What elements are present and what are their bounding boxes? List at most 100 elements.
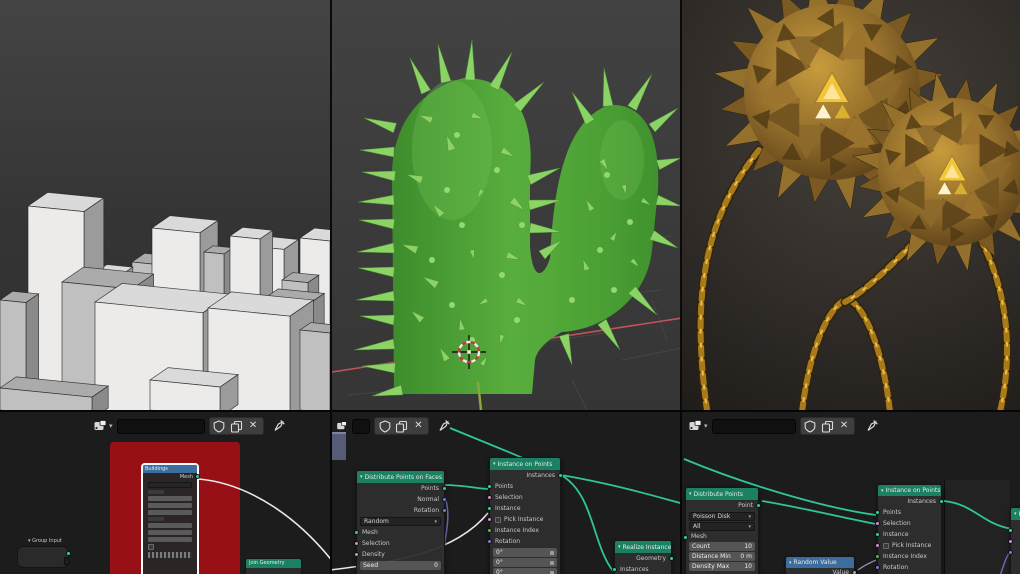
fake-user-shield-button[interactable]: [376, 418, 393, 434]
rotation-x-field[interactable]: 0°: [493, 548, 557, 557]
points-socket[interactable]: [487, 484, 492, 489]
node-editor-mace[interactable]: ▾ ✕ ▾ Distribute Points Point Poisson Dis…: [680, 410, 1020, 574]
copies-count-button[interactable]: [819, 418, 836, 434]
pick-instance-checkbox[interactable]: [495, 516, 501, 523]
selection-socket[interactable]: [487, 495, 492, 500]
value-bar[interactable]: [148, 523, 192, 528]
seed-field[interactable]: Seed 0: [360, 561, 441, 570]
copies-count-button[interactable]: [228, 418, 245, 434]
mode-dropdown[interactable]: Random ▾: [360, 517, 441, 526]
rotation-y-field[interactable]: 0°: [493, 558, 557, 567]
node-header[interactable]: ▾ Distribute Points on Faces: [357, 471, 444, 483]
node-header[interactable]: ▾ Distribute Points: [686, 488, 758, 500]
output-instances: Instances: [490, 470, 563, 481]
value-bar[interactable]: [148, 503, 192, 508]
viewport-city-render[interactable]: [0, 0, 330, 410]
node-realize-instances[interactable]: ▾ Realize Instances Geometry Instances: [612, 540, 674, 574]
node-editor-city[interactable]: ▾ ✕ Buildings Mesh ▾ Group Input Join Ge…: [0, 410, 330, 574]
unlink-button[interactable]: ✕: [245, 418, 262, 434]
instance-socket[interactable]: [875, 532, 880, 537]
input-socket[interactable]: [1008, 539, 1013, 544]
node-join-geometry[interactable]: Join Geometry: [245, 558, 302, 574]
input-socket[interactable]: [1008, 528, 1013, 533]
density-max-field[interactable]: Density Max 10: [689, 562, 755, 571]
fake-user-shield-button[interactable]: [211, 418, 228, 434]
count-field[interactable]: Count 10: [689, 542, 755, 551]
instance-index-socket[interactable]: [487, 528, 492, 533]
pick-instance-row[interactable]: Pick Instance: [487, 514, 560, 525]
unlink-button[interactable]: ✕: [410, 418, 427, 434]
output-socket[interactable]: [195, 474, 200, 479]
selection-socket[interactable]: [354, 541, 359, 546]
mesh-socket[interactable]: [683, 535, 688, 540]
mesh-socket[interactable]: [354, 530, 359, 535]
instance-index-socket[interactable]: [875, 554, 880, 559]
value-bar[interactable]: [148, 530, 192, 535]
geometry-output-socket[interactable]: [66, 551, 71, 556]
instances-socket[interactable]: [939, 499, 944, 504]
rotation-socket[interactable]: [875, 565, 880, 570]
viewport-cactus-render[interactable]: [330, 0, 680, 410]
node-group-input[interactable]: [17, 546, 71, 568]
instances-socket[interactable]: [612, 567, 617, 572]
node-instance-on-points[interactable]: ▾ Instance on Points Instances Points Sel…: [487, 457, 563, 574]
checkbox-row[interactable]: [148, 544, 192, 550]
normal-socket[interactable]: [442, 497, 447, 502]
pin-icon[interactable]: [437, 419, 451, 433]
geometry-socket[interactable]: [669, 556, 674, 561]
value-bar[interactable]: [148, 510, 192, 515]
node-header[interactable]: ▾Realize: [1011, 508, 1020, 520]
value-bar[interactable]: [148, 537, 192, 542]
pick-instance-socket[interactable]: [875, 543, 880, 548]
node-tree-name-field[interactable]: [352, 418, 370, 434]
node-tree-name-field[interactable]: [711, 418, 796, 434]
input-instance-index: Instance Index: [487, 525, 560, 536]
segmented-bar[interactable]: [148, 552, 192, 558]
unlink-button[interactable]: ✕: [836, 418, 853, 434]
value-socket[interactable]: [852, 570, 857, 574]
node-random-value[interactable]: ▾ Random Value Value: [785, 556, 857, 574]
pin-icon[interactable]: [865, 419, 879, 433]
group-input-label: ▾ Group Input: [28, 538, 62, 544]
value-bar[interactable]: [148, 496, 192, 501]
node-distribute-points-on-faces[interactable]: ▾ Distribute Points on Faces Points Norma…: [354, 470, 447, 574]
node-distribute-points[interactable]: ▾ Distribute Points Point Poisson Disk ▾ A…: [683, 487, 761, 574]
node-tree-datablock-icon[interactable]: ▾: [93, 419, 113, 433]
fake-user-shield-button[interactable]: [802, 418, 819, 434]
mace-render: [696, 0, 1020, 410]
points-socket[interactable]: [875, 510, 880, 515]
node-instance-on-points[interactable]: ▾ Instance on Points Instances Points Sel…: [875, 484, 944, 574]
domain-dropdown[interactable]: All ▾: [689, 522, 755, 531]
mode-dropdown[interactable]: Poisson Disk ▾: [689, 512, 755, 521]
node-tree-datablock-icon[interactable]: [336, 420, 348, 432]
density-socket[interactable]: [354, 552, 359, 557]
node-editor-cactus[interactable]: ✕ ▾ Distribute Points on Faces Points Nor…: [330, 410, 680, 574]
pick-instance-socket[interactable]: [487, 517, 492, 522]
node-tree-name-field[interactable]: [116, 418, 205, 434]
input-socket[interactable]: [1008, 550, 1013, 555]
dropdown-bar[interactable]: [148, 482, 192, 488]
copies-count-button[interactable]: [393, 418, 410, 434]
points-socket[interactable]: [442, 486, 447, 491]
rotation-socket[interactable]: [442, 508, 447, 513]
rotation-z-field[interactable]: 0°: [493, 568, 557, 574]
rotation-socket[interactable]: [487, 539, 492, 544]
node-tree-datablock-icon[interactable]: ▾: [688, 419, 708, 433]
point-socket[interactable]: [756, 503, 761, 508]
pin-icon[interactable]: [272, 419, 286, 433]
node-partial-right-edge[interactable]: ▾Realize: [1008, 507, 1020, 574]
selection-socket[interactable]: [875, 521, 880, 526]
distance-min-field[interactable]: Distance Min 0 m: [689, 552, 755, 561]
node-buildings-generator[interactable]: Buildings Mesh: [142, 464, 200, 574]
output-rotation: Rotation: [357, 505, 447, 516]
spiked-balls: [712, 0, 1020, 273]
node-header[interactable]: ▾ Instance on Points: [490, 458, 560, 470]
node-header[interactable]: ▾ Random Value: [786, 557, 854, 568]
pick-instance-checkbox[interactable]: [883, 542, 889, 549]
instances-socket[interactable]: [558, 473, 563, 478]
node-header[interactable]: ▾ Instance on Points: [878, 485, 941, 496]
viewport-mace-render[interactable]: [680, 0, 1020, 410]
node-header[interactable]: ▾ Realize Instances: [615, 541, 671, 553]
instance-socket[interactable]: [487, 506, 492, 511]
pick-instance-row[interactable]: Pick Instance: [875, 540, 941, 551]
